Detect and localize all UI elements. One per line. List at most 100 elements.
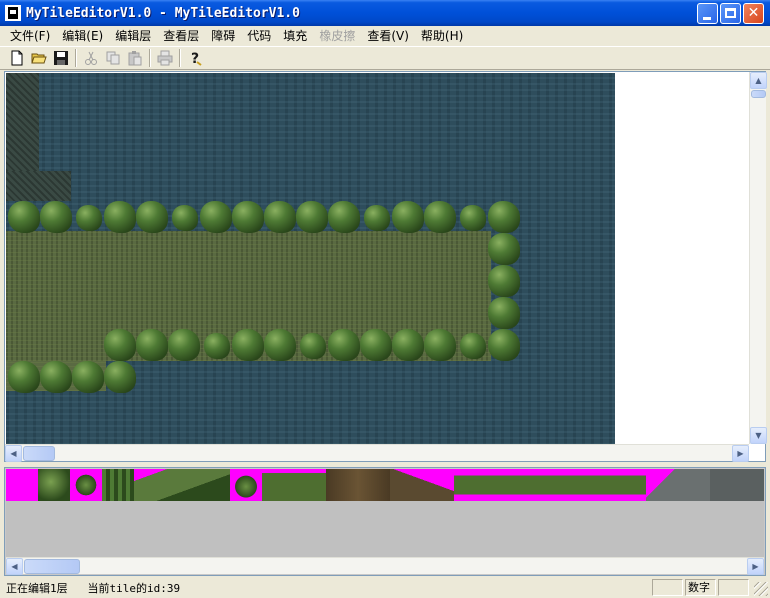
bush-tile: [72, 361, 104, 393]
menu-eraser[interactable]: 橡皮擦: [313, 27, 361, 45]
copy-icon: [106, 51, 120, 65]
minimize-icon: [703, 17, 711, 20]
bush-tile: [328, 329, 360, 361]
open-folder-button[interactable]: [28, 48, 50, 68]
menu-bar: 文件(F) 编辑(E) 编辑层 查看层 障碍 代码 填充 橡皮擦 查看(V) 帮…: [0, 26, 770, 46]
map-vertical-scrollbar[interactable]: ▲ ▼: [749, 72, 767, 444]
close-button[interactable]: ✕: [743, 3, 764, 24]
bush-tile: [40, 361, 72, 393]
close-icon: ✕: [747, 5, 760, 21]
scroll-left-arrow-icon[interactable]: ◀: [5, 445, 22, 462]
open-folder-icon: [31, 53, 47, 64]
help-button[interactable]: ?: [184, 48, 206, 68]
rock-tile-area: [6, 171, 71, 201]
menu-view-layer[interactable]: 查看层: [157, 27, 205, 45]
bush-tile: [40, 201, 72, 233]
status-panel-empty: [652, 579, 683, 596]
map-horizontal-scroll-thumb[interactable]: [23, 446, 55, 461]
bush-tile: [488, 329, 520, 361]
tileset-tile[interactable]: [710, 469, 764, 501]
bush-tile: [392, 201, 424, 233]
title-bar[interactable]: MyTileEditorV1.0 - MyTileEditorV1.0 ✕: [0, 0, 770, 26]
minimize-button[interactable]: [697, 3, 718, 24]
tileset-tile[interactable]: [230, 469, 262, 501]
bush-tile: [488, 233, 520, 265]
bush-tile: [296, 201, 328, 233]
tileset-tile[interactable]: [102, 469, 134, 501]
app-icon[interactable]: [5, 5, 21, 21]
tileset-strip[interactable]: [6, 469, 764, 501]
tileset-tile[interactable]: [390, 469, 454, 501]
bush-tile: [300, 333, 326, 359]
bush-tile: [8, 361, 40, 393]
scroll-right-arrow-icon[interactable]: ▶: [747, 558, 764, 575]
status-bar: 正在编辑1层 当前tile的id:39 数字: [0, 577, 770, 598]
map-horizontal-scrollbar[interactable]: ◀ ▶: [5, 444, 749, 462]
bush-tile: [136, 201, 168, 233]
bush-tile: [424, 329, 456, 361]
bush-tile: [104, 361, 136, 393]
menu-help[interactable]: 帮助(H): [415, 27, 469, 45]
new-file-icon: [11, 50, 23, 66]
toolbar-separator: [75, 49, 77, 67]
bush-tile: [488, 297, 520, 329]
bush-tile: [460, 205, 486, 231]
window-title: MyTileEditorV1.0 - MyTileEditorV1.0: [26, 5, 300, 21]
tileset-horizontal-scroll-thumb[interactable]: [24, 559, 80, 574]
cut-button[interactable]: [80, 48, 102, 68]
print-button[interactable]: [154, 48, 176, 68]
scroll-left-arrow-icon[interactable]: ◀: [6, 558, 23, 575]
bush-tile: [460, 333, 486, 359]
maximize-icon: [725, 8, 736, 18]
print-icon: [157, 50, 173, 66]
status-current-tile: 当前tile的id:39: [87, 581, 181, 595]
map-view: ▲ ▼ ◀ ▶: [4, 71, 767, 462]
tileset-tile[interactable]: [70, 469, 102, 501]
tileset-tile[interactable]: [646, 469, 710, 501]
save-button[interactable]: [50, 48, 72, 68]
scroll-right-arrow-icon[interactable]: ▶: [732, 445, 749, 462]
resize-grip-icon[interactable]: [754, 582, 768, 596]
tileset-empty-area: [6, 501, 764, 557]
map-vertical-scroll-thumb[interactable]: [751, 90, 766, 98]
bush-tile: [232, 201, 264, 233]
bush-tile: [200, 201, 232, 233]
tileset-tile[interactable]: [134, 469, 230, 501]
bush-tile: [264, 201, 296, 233]
map-canvas[interactable]: [6, 73, 615, 445]
copy-button[interactable]: [102, 48, 124, 68]
menu-view[interactable]: 查看(V): [361, 27, 415, 45]
menu-file[interactable]: 文件(F): [4, 27, 56, 45]
paste-button[interactable]: [124, 48, 146, 68]
bush-tile: [488, 265, 520, 297]
save-icon: [54, 51, 68, 65]
bush-tile: [204, 333, 230, 359]
tileset-tile[interactable]: [262, 469, 326, 501]
bush-tile: [488, 201, 520, 233]
new-file-button[interactable]: [6, 48, 28, 68]
bush-tile: [104, 201, 136, 233]
scroll-up-arrow-icon[interactable]: ▲: [750, 72, 767, 89]
bush-tile: [172, 205, 198, 231]
status-num-indicator: 数字: [685, 579, 716, 596]
bush-tile: [328, 201, 360, 233]
bush-tile: [8, 201, 40, 233]
bush-tile: [168, 329, 200, 361]
status-editing-layer: 正在编辑1层: [6, 581, 68, 595]
tileset-tile[interactable]: [326, 469, 390, 501]
status-panel-empty: [718, 579, 749, 596]
bush-tile: [136, 329, 168, 361]
tileset-tile[interactable]: [6, 469, 38, 501]
menu-code[interactable]: 代码: [241, 27, 277, 45]
menu-edit-layer[interactable]: 编辑层: [109, 27, 157, 45]
maximize-button[interactable]: [720, 3, 741, 24]
tileset-horizontal-scrollbar[interactable]: ◀ ▶: [6, 557, 764, 575]
scroll-down-arrow-icon[interactable]: ▼: [750, 427, 767, 444]
tileset-tile[interactable]: [454, 469, 646, 501]
bush-tile: [360, 329, 392, 361]
menu-fill[interactable]: 填充: [277, 27, 313, 45]
bush-tile: [392, 329, 424, 361]
tileset-tile[interactable]: [38, 469, 70, 501]
menu-obstacle[interactable]: 障碍: [205, 27, 241, 45]
menu-edit[interactable]: 编辑(E): [56, 27, 109, 45]
